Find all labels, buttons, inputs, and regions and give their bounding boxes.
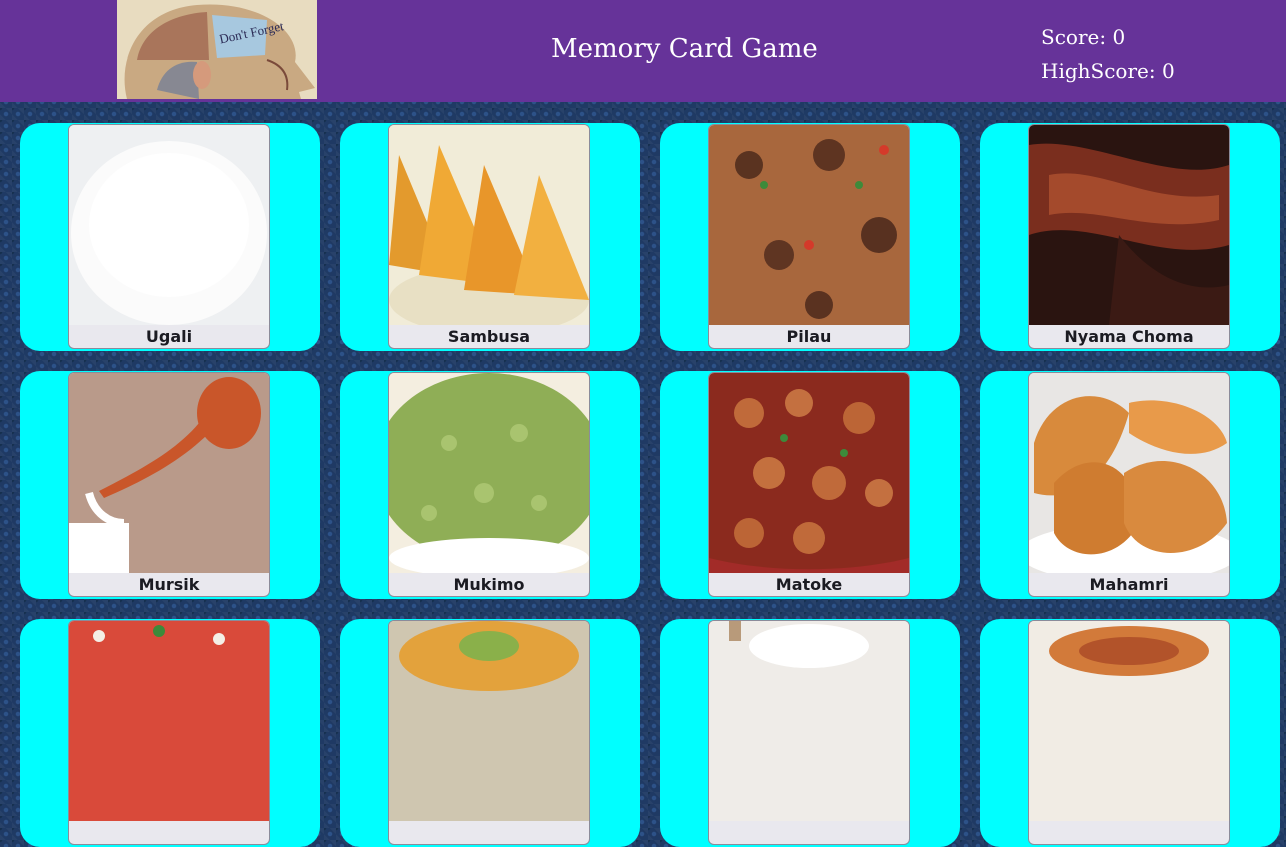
header-bar: Don't Forget Memory Card Game Score: 0 H… xyxy=(0,0,1286,102)
memory-card[interactable]: Nyama Choma xyxy=(980,123,1280,351)
card-label: Matoke xyxy=(775,575,843,594)
memory-card[interactable] xyxy=(980,619,1280,847)
card-face xyxy=(68,620,270,845)
pilau-image xyxy=(709,125,909,325)
card-face xyxy=(388,620,590,845)
score-panel: Score: 0 HighScore: 0 xyxy=(1041,20,1175,88)
card-label: Mahamri xyxy=(1089,575,1169,594)
page-title: Memory Card Game xyxy=(551,34,818,64)
memory-card[interactable] xyxy=(340,619,640,847)
card-face xyxy=(1028,620,1230,845)
card-image xyxy=(389,621,589,821)
memory-card[interactable]: Mahamri xyxy=(980,371,1280,599)
score-value: 0 xyxy=(1112,25,1126,49)
card-face: Nyama Choma xyxy=(1028,124,1230,349)
card-label: Ugali xyxy=(145,327,193,346)
card-label: Mukimo xyxy=(453,575,525,594)
sambusa-image xyxy=(389,125,589,325)
card-face: Mahamri xyxy=(1028,372,1230,597)
mahamri-image xyxy=(1029,373,1229,573)
memory-card[interactable] xyxy=(20,619,320,847)
card-face: Mukimo xyxy=(388,372,590,597)
card-image xyxy=(69,621,269,821)
memory-card[interactable] xyxy=(660,619,960,847)
memory-card[interactable]: Mukimo xyxy=(340,371,640,599)
memory-card[interactable]: Sambusa xyxy=(340,123,640,351)
highscore-value: 0 xyxy=(1161,59,1175,83)
card-image xyxy=(1029,621,1229,821)
score-label: Score: xyxy=(1041,25,1107,49)
memory-card[interactable]: Pilau xyxy=(660,123,960,351)
memory-card[interactable]: Matoke xyxy=(660,371,960,599)
card-image xyxy=(709,621,909,821)
nyama-choma-image xyxy=(1029,125,1229,325)
card-label: Nyama Choma xyxy=(1064,327,1194,346)
card-face: Matoke xyxy=(708,372,910,597)
ugali-image xyxy=(69,125,269,325)
memory-card[interactable]: Ugali xyxy=(20,123,320,351)
card-label: Mursik xyxy=(138,575,200,594)
matoke-image xyxy=(709,373,909,573)
card-label: Pilau xyxy=(786,327,832,346)
highscore-line: HighScore: 0 xyxy=(1041,54,1175,88)
mursik-image xyxy=(69,373,269,573)
highscore-label: HighScore: xyxy=(1041,59,1156,83)
card-face: Pilau xyxy=(708,124,910,349)
card-face: Ugali xyxy=(68,124,270,349)
logo-image: Don't Forget xyxy=(117,0,317,99)
card-face xyxy=(708,620,910,845)
card-face: Mursik xyxy=(68,372,270,597)
mukimo-image xyxy=(389,373,589,573)
card-face: Sambusa xyxy=(388,124,590,349)
memory-card[interactable]: Mursik xyxy=(20,371,320,599)
score-line: Score: 0 xyxy=(1041,20,1175,54)
card-label: Sambusa xyxy=(447,327,531,346)
